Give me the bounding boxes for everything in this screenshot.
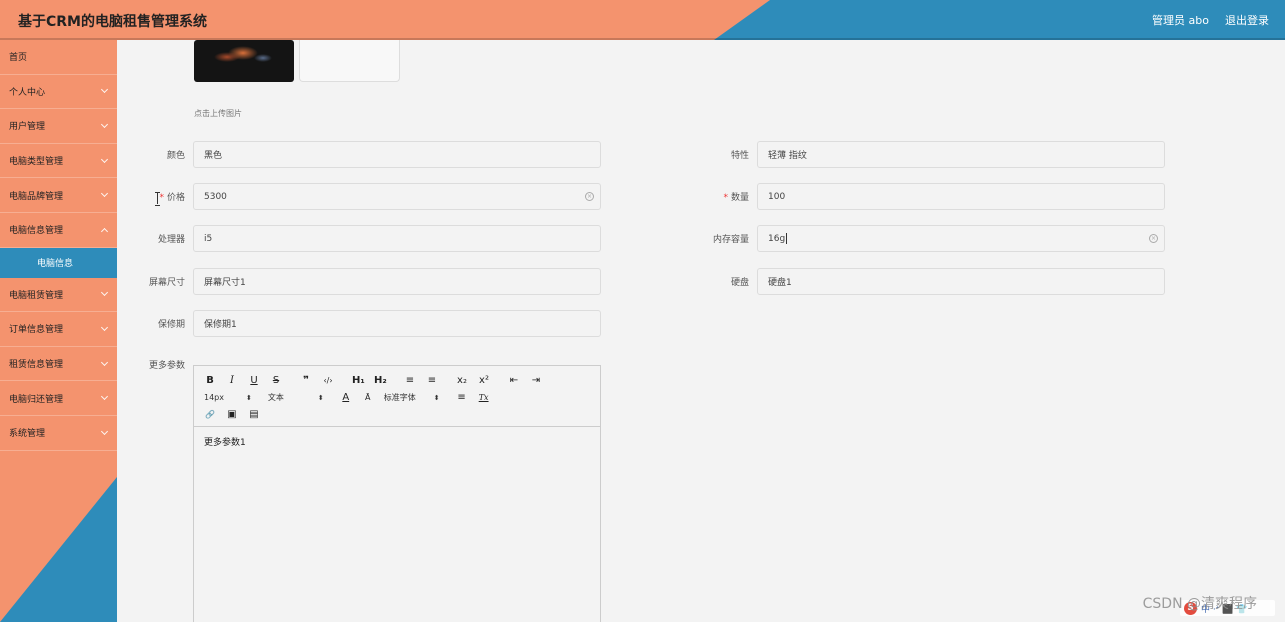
app-title: 基于CRM的电脑租售管理系统: [18, 14, 207, 30]
form-row-cpu: 处理器 i5: [158, 225, 601, 252]
cpu-input[interactable]: i5: [193, 225, 601, 252]
sidebar-item-lease-info[interactable]: 租赁信息管理: [0, 347, 117, 382]
chevron-down-icon: [100, 358, 109, 366]
sidebar-item-profile[interactable]: 个人中心: [0, 75, 117, 110]
video-icon[interactable]: ▤: [248, 409, 260, 420]
logout-link[interactable]: 退出登录: [1225, 12, 1269, 28]
superscript-button[interactable]: x²: [478, 375, 490, 386]
header-actions: 管理员 abo 退出登录: [1152, 12, 1269, 28]
cpu-label: 处理器: [157, 235, 185, 245]
bold-button[interactable]: B: [204, 375, 216, 386]
current-user-label: 管理员 abo: [1152, 14, 1209, 27]
ordered-list-icon[interactable]: ≡: [404, 375, 416, 386]
chevron-down-icon: [100, 120, 109, 129]
bullet-list-icon[interactable]: ≡: [426, 375, 438, 386]
align-icon[interactable]: ≡: [456, 392, 468, 403]
heading-select[interactable]: 文本 ⬍: [268, 392, 324, 403]
link-icon[interactable]: 🔗: [204, 410, 216, 419]
quote-icon[interactable]: ❞: [300, 375, 312, 386]
italic-button[interactable]: I: [226, 375, 238, 386]
sidebar-item-users[interactable]: 用户管理: [0, 109, 117, 144]
text-color-icon[interactable]: A: [340, 392, 352, 403]
form-row-disk: 硬盘 硬盘1: [731, 268, 1165, 295]
h1-button[interactable]: H₁: [352, 375, 365, 386]
sidebar-item-rental[interactable]: 电脑租赁管理: [0, 278, 117, 313]
sidebar-item-home[interactable]: 首页: [0, 40, 117, 75]
upload-image-button[interactable]: [299, 40, 400, 82]
subscript-button[interactable]: x₂: [456, 375, 468, 386]
clear-icon[interactable]: ×: [1149, 234, 1158, 243]
chevron-down-icon: [100, 155, 109, 163]
feature-input[interactable]: 轻薄 指纹: [757, 141, 1165, 168]
memory-input[interactable]: 16g: [757, 225, 1165, 252]
form-row-feature: 特性 轻薄 指纹: [731, 141, 1165, 168]
form-row-screen: 屏幕尺寸 屏幕尺寸1: [149, 268, 601, 295]
sidebar-item-computer-types[interactable]: 电脑类型管理: [0, 144, 117, 179]
disk-input[interactable]: 硬盘1: [757, 268, 1165, 295]
chevron-down-icon: [100, 289, 109, 297]
font-size-select[interactable]: 14px ⬍: [204, 393, 252, 402]
h2-button[interactable]: H₂: [374, 375, 387, 386]
code-icon[interactable]: ‹/›: [322, 376, 334, 385]
price-input[interactable]: 5300: [193, 183, 601, 210]
chevron-down-icon: [100, 323, 109, 331]
warranty-input[interactable]: 保修期1: [193, 310, 601, 337]
chevron-down-icon: [100, 86, 109, 94]
strike-button[interactable]: S: [270, 375, 282, 386]
outdent-icon[interactable]: ⇤: [508, 375, 520, 386]
background-color-icon[interactable]: Ā: [362, 393, 374, 402]
mouse-ibeam-cursor: [155, 192, 161, 206]
sidebar-item-returns[interactable]: 电脑归还管理: [0, 381, 117, 416]
chevron-up-icon: [100, 227, 109, 235]
disk-label: 硬盘: [730, 278, 749, 288]
warranty-label: 保修期: [157, 320, 185, 330]
image-icon[interactable]: ▣: [226, 409, 238, 420]
memory-label: 内存容量: [712, 235, 749, 245]
upload-hint[interactable]: 点击上传图片: [194, 108, 242, 119]
screen-label: 屏幕尺寸: [148, 278, 185, 288]
more-params-label: 更多参数: [148, 361, 185, 371]
chevron-down-icon: [100, 393, 109, 401]
rich-text-editor: B I U S ❞ ‹/› H₁ H₂ ≡ ≡ x₂ x² ⇤ ⇥ 14px ⬍…: [193, 365, 601, 622]
form-row-quantity: * 数量 100: [723, 183, 1165, 210]
sidebar-item-system[interactable]: 系统管理: [0, 416, 117, 451]
sidebar-item-orders[interactable]: 订单信息管理: [0, 312, 117, 347]
sidebar-item-brands[interactable]: 电脑品牌管理: [0, 178, 117, 213]
indent-icon[interactable]: ⇥: [530, 375, 542, 386]
sidebar-subitem-computer-info[interactable]: 电脑信息: [0, 247, 117, 278]
chevron-down-icon: [100, 427, 109, 435]
quantity-label: 数量: [730, 193, 749, 203]
editor-content[interactable]: 更多参数1: [194, 427, 600, 456]
top-header: 基于CRM的电脑租售管理系统 管理员 abo 退出登录: [0, 0, 1285, 40]
font-family-select[interactable]: 标准字体 ⬍: [384, 392, 440, 403]
form-row-color: 颜色 黑色: [167, 141, 601, 168]
form-row-memory: 内存容量 16g ×: [713, 225, 1165, 252]
quantity-input[interactable]: 100: [757, 183, 1165, 210]
color-input[interactable]: 黑色: [193, 141, 601, 168]
editor-toolbar: B I U S ❞ ‹/› H₁ H₂ ≡ ≡ x₂ x² ⇤ ⇥ 14px ⬍…: [194, 366, 600, 427]
watermark-text: CSDN @清爽程序: [1142, 596, 1257, 612]
clear-icon[interactable]: ×: [585, 192, 594, 201]
sidebar: 首页 个人中心 用户管理 电脑类型管理 电脑品牌管理 电脑信息管理 电脑信息 电…: [0, 40, 117, 622]
color-label: 颜色: [166, 151, 185, 161]
price-label: 价格: [166, 193, 185, 203]
form-row-price: * 价格 5300 ×: [159, 183, 601, 210]
uploaded-image-thumbnail[interactable]: [194, 40, 294, 82]
main-content: 点击上传图片 颜色 黑色 * 价格 5300 × 处理器 i5 屏幕尺寸 屏幕尺寸…: [117, 40, 1285, 622]
chevron-down-icon: [100, 190, 109, 198]
screen-size-input[interactable]: 屏幕尺寸1: [193, 268, 601, 295]
clear-format-icon[interactable]: Tx: [478, 393, 490, 402]
sidebar-item-computer-info[interactable]: 电脑信息管理: [0, 213, 117, 248]
form-row-warranty: 保修期 保修期1: [158, 310, 601, 337]
underline-button[interactable]: U: [248, 375, 260, 386]
feature-label: 特性: [730, 151, 749, 161]
